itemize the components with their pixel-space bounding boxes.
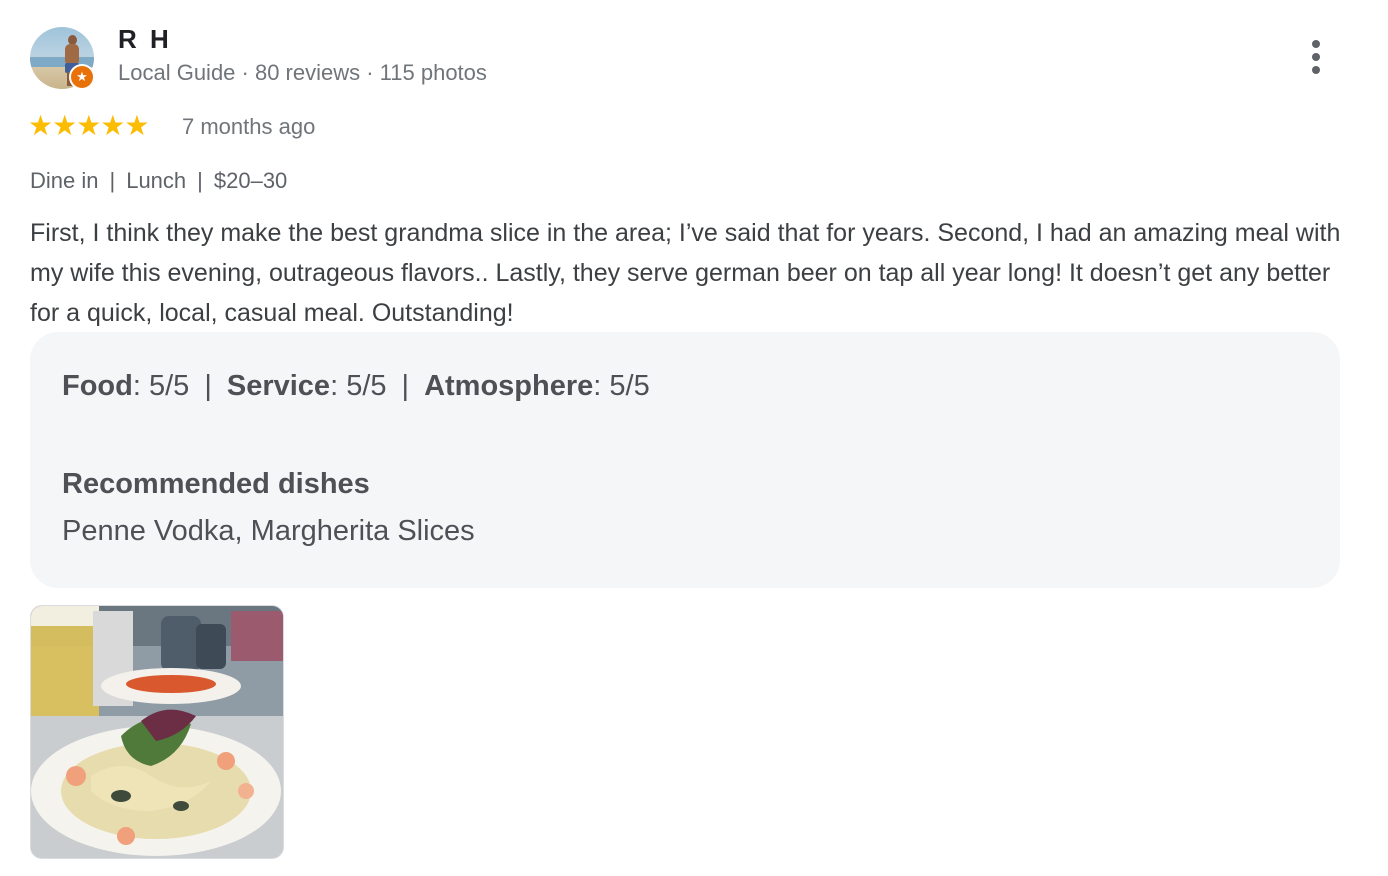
rating-service-value: 5/5 <box>346 370 387 402</box>
review-tags: Dine in | Lunch | $20–30 <box>30 168 287 194</box>
more-options-button[interactable] <box>1300 34 1332 80</box>
avatar-photo-person-body <box>65 44 79 64</box>
rating-atmosphere-value: 5/5 <box>609 370 650 402</box>
rating-service-label: Service <box>226 370 331 402</box>
more-options-dot <box>1312 66 1320 74</box>
tag-meal: Lunch <box>126 168 187 193</box>
review-details-panel: Food: 5/5 | Service: 5/5 | Atmosphere: 5/5 R… <box>30 332 1340 588</box>
rating-food-value: 5/5 <box>148 370 190 402</box>
recommended-dishes-title: Recommended dishes <box>62 468 370 500</box>
more-options-dot <box>1312 53 1320 61</box>
rating-separator: | <box>401 370 410 402</box>
reviewer-name[interactable]: R H <box>118 24 172 55</box>
tag-separator: | <box>109 168 116 193</box>
review-photo-thumbnail[interactable] <box>30 605 284 859</box>
review-card: ★ R H Local Guide · 80 reviews · 115 pho… <box>0 0 1388 876</box>
local-guide-star-icon: ★ <box>69 64 95 90</box>
tag-separator: | <box>197 168 203 193</box>
rating-separator: | <box>204 370 212 402</box>
recommended-dishes-value: Penne Vodka, Margherita Slices <box>62 515 475 547</box>
tag-dine-in: Dine in <box>30 168 99 193</box>
review-text: First, I think they make the best grandm… <box>30 219 1341 327</box>
reviewer-meta: Local Guide · 80 reviews · 115 photos <box>118 60 487 85</box>
review-date: 7 months ago <box>182 114 316 139</box>
aspect-ratings: Food: 5/5 | Service: 5/5 | Atmosphere: 5/5 <box>62 370 650 402</box>
rating-atmosphere-label: Atmosphere <box>424 370 594 402</box>
star-rating: ★★★★★ <box>28 110 150 141</box>
more-options-dot <box>1312 40 1320 48</box>
food-photo-image <box>31 606 283 858</box>
rating-food-label: Food <box>62 370 133 402</box>
tag-price: $20–30 <box>213 168 288 193</box>
